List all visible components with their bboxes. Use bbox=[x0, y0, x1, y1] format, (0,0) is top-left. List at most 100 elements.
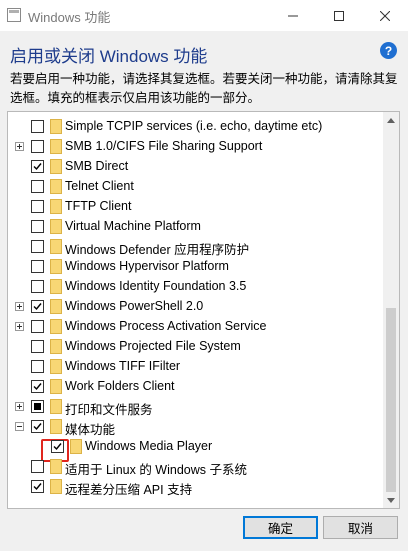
feature-label: Windows Identity Foundation 3.5 bbox=[65, 279, 247, 293]
description-text: 若要启用一种功能，请选择其复选框。若要关闭一种功能，请清除其复选框。填充的框表示… bbox=[10, 72, 398, 105]
checkmark-icon bbox=[53, 443, 62, 451]
folder-icon bbox=[50, 359, 62, 374]
feature-row[interactable]: Windows Media Player bbox=[8, 437, 383, 457]
feature-label: SMB Direct bbox=[65, 159, 129, 173]
feature-label: Windows Defender 应用程序防护 bbox=[65, 243, 250, 257]
feature-checkbox[interactable] bbox=[31, 140, 44, 153]
folder-icon bbox=[50, 479, 62, 494]
feature-row[interactable]: 打印和文件服务 bbox=[8, 397, 383, 417]
help-icon[interactable]: ? bbox=[380, 42, 397, 59]
close-button[interactable] bbox=[362, 0, 408, 31]
feature-checkbox[interactable] bbox=[31, 160, 44, 173]
feature-checkbox[interactable] bbox=[31, 360, 44, 373]
feature-label: Windows Hypervisor Platform bbox=[65, 259, 229, 273]
folder-icon bbox=[50, 419, 62, 434]
folder-icon bbox=[50, 199, 62, 214]
feature-checkbox[interactable] bbox=[31, 480, 44, 493]
collapse-icon[interactable] bbox=[15, 422, 24, 431]
feature-row[interactable]: Windows TIFF IFilter bbox=[8, 357, 383, 377]
folder-icon bbox=[50, 139, 62, 154]
checkmark-icon bbox=[33, 423, 42, 431]
feature-checkbox[interactable] bbox=[31, 120, 44, 133]
feature-row[interactable]: 媒体功能 bbox=[8, 417, 383, 437]
feature-label: Windows Projected File System bbox=[65, 339, 241, 353]
folder-icon bbox=[50, 159, 62, 174]
folder-icon bbox=[50, 339, 62, 354]
feature-row[interactable]: Work Folders Client bbox=[8, 377, 383, 397]
feature-checkbox[interactable] bbox=[31, 380, 44, 393]
feature-label: 打印和文件服务 bbox=[65, 403, 153, 417]
folder-icon bbox=[50, 119, 62, 134]
feature-checkbox[interactable] bbox=[31, 300, 44, 313]
maximize-button[interactable] bbox=[316, 0, 362, 31]
feature-checkbox[interactable] bbox=[31, 320, 44, 333]
expand-icon[interactable] bbox=[15, 302, 24, 311]
folder-icon bbox=[50, 459, 62, 474]
feature-label: Windows TIFF IFilter bbox=[65, 359, 181, 373]
folder-icon bbox=[50, 299, 62, 314]
folder-icon bbox=[50, 319, 62, 334]
feature-label: Windows PowerShell 2.0 bbox=[65, 299, 204, 313]
expand-icon[interactable] bbox=[15, 322, 24, 331]
features-tree[interactable]: Simple TCPIP services (i.e. echo, daytim… bbox=[7, 111, 400, 509]
folder-icon bbox=[50, 399, 62, 414]
folder-icon bbox=[50, 239, 62, 254]
feature-row[interactable]: Windows Hypervisor Platform bbox=[8, 257, 383, 277]
feature-checkbox[interactable] bbox=[31, 280, 44, 293]
feature-row[interactable]: Virtual Machine Platform bbox=[8, 217, 383, 237]
feature-row[interactable]: Windows Defender 应用程序防护 bbox=[8, 237, 383, 257]
expand-icon[interactable] bbox=[15, 402, 24, 411]
folder-icon bbox=[50, 379, 62, 394]
scroll-thumb[interactable] bbox=[386, 308, 396, 492]
feature-label: Telnet Client bbox=[65, 179, 134, 193]
checkmark-icon bbox=[33, 163, 42, 171]
checkmark-icon bbox=[33, 383, 42, 391]
minimize-icon bbox=[288, 15, 298, 16]
feature-row[interactable]: Windows Identity Foundation 3.5 bbox=[8, 277, 383, 297]
feature-checkbox[interactable] bbox=[31, 200, 44, 213]
window-title: Windows 功能 bbox=[28, 10, 111, 25]
feature-row[interactable]: SMB Direct bbox=[8, 157, 383, 177]
folder-icon bbox=[50, 279, 62, 294]
feature-label: 适用于 Linux 的 Windows 子系统 bbox=[65, 463, 247, 477]
cancel-button[interactable]: 取消 bbox=[323, 516, 398, 539]
feature-label: Simple TCPIP services (i.e. echo, daytim… bbox=[65, 119, 323, 133]
feature-label: Virtual Machine Platform bbox=[65, 219, 201, 233]
scroll-down-arrow-icon[interactable] bbox=[387, 498, 395, 503]
feature-checkbox[interactable] bbox=[31, 240, 44, 253]
minimize-button[interactable] bbox=[270, 0, 316, 31]
feature-row[interactable]: Windows PowerShell 2.0 bbox=[8, 297, 383, 317]
expand-icon[interactable] bbox=[15, 142, 24, 151]
folder-icon bbox=[50, 179, 62, 194]
feature-row[interactable]: Telnet Client bbox=[8, 177, 383, 197]
feature-label: SMB 1.0/CIFS File Sharing Support bbox=[65, 139, 263, 153]
windows-features-icon bbox=[7, 8, 21, 22]
feature-row[interactable]: TFTP Client bbox=[8, 197, 383, 217]
feature-checkbox[interactable] bbox=[31, 180, 44, 193]
feature-row[interactable]: 远程差分压缩 API 支持 bbox=[8, 477, 383, 497]
feature-checkbox[interactable] bbox=[31, 400, 44, 413]
feature-row[interactable]: Windows Projected File System bbox=[8, 337, 383, 357]
feature-checkbox[interactable] bbox=[31, 340, 44, 353]
feature-checkbox[interactable] bbox=[31, 260, 44, 273]
feature-checkbox[interactable] bbox=[51, 440, 64, 453]
scroll-up-arrow-icon[interactable] bbox=[387, 118, 395, 123]
feature-row[interactable]: Simple TCPIP services (i.e. echo, daytim… bbox=[8, 117, 383, 137]
feature-label: Work Folders Client bbox=[65, 379, 175, 393]
partial-fill-icon bbox=[34, 403, 41, 410]
folder-icon bbox=[70, 439, 82, 454]
vertical-scrollbar[interactable] bbox=[383, 112, 399, 508]
feature-label: Windows Media Player bbox=[85, 439, 213, 453]
folder-icon bbox=[50, 259, 62, 274]
feature-label: 远程差分压缩 API 支持 bbox=[65, 483, 193, 497]
ok-button[interactable]: 确定 bbox=[243, 516, 318, 539]
checkmark-icon bbox=[33, 303, 42, 311]
feature-checkbox[interactable] bbox=[31, 460, 44, 473]
feature-checkbox[interactable] bbox=[31, 220, 44, 233]
feature-checkbox[interactable] bbox=[31, 420, 44, 433]
checkmark-icon bbox=[33, 483, 42, 491]
feature-label: 媒体功能 bbox=[65, 423, 116, 437]
feature-row[interactable]: SMB 1.0/CIFS File Sharing Support bbox=[8, 137, 383, 157]
feature-row[interactable]: 适用于 Linux 的 Windows 子系统 bbox=[8, 457, 383, 477]
feature-row[interactable]: Windows Process Activation Service bbox=[8, 317, 383, 337]
